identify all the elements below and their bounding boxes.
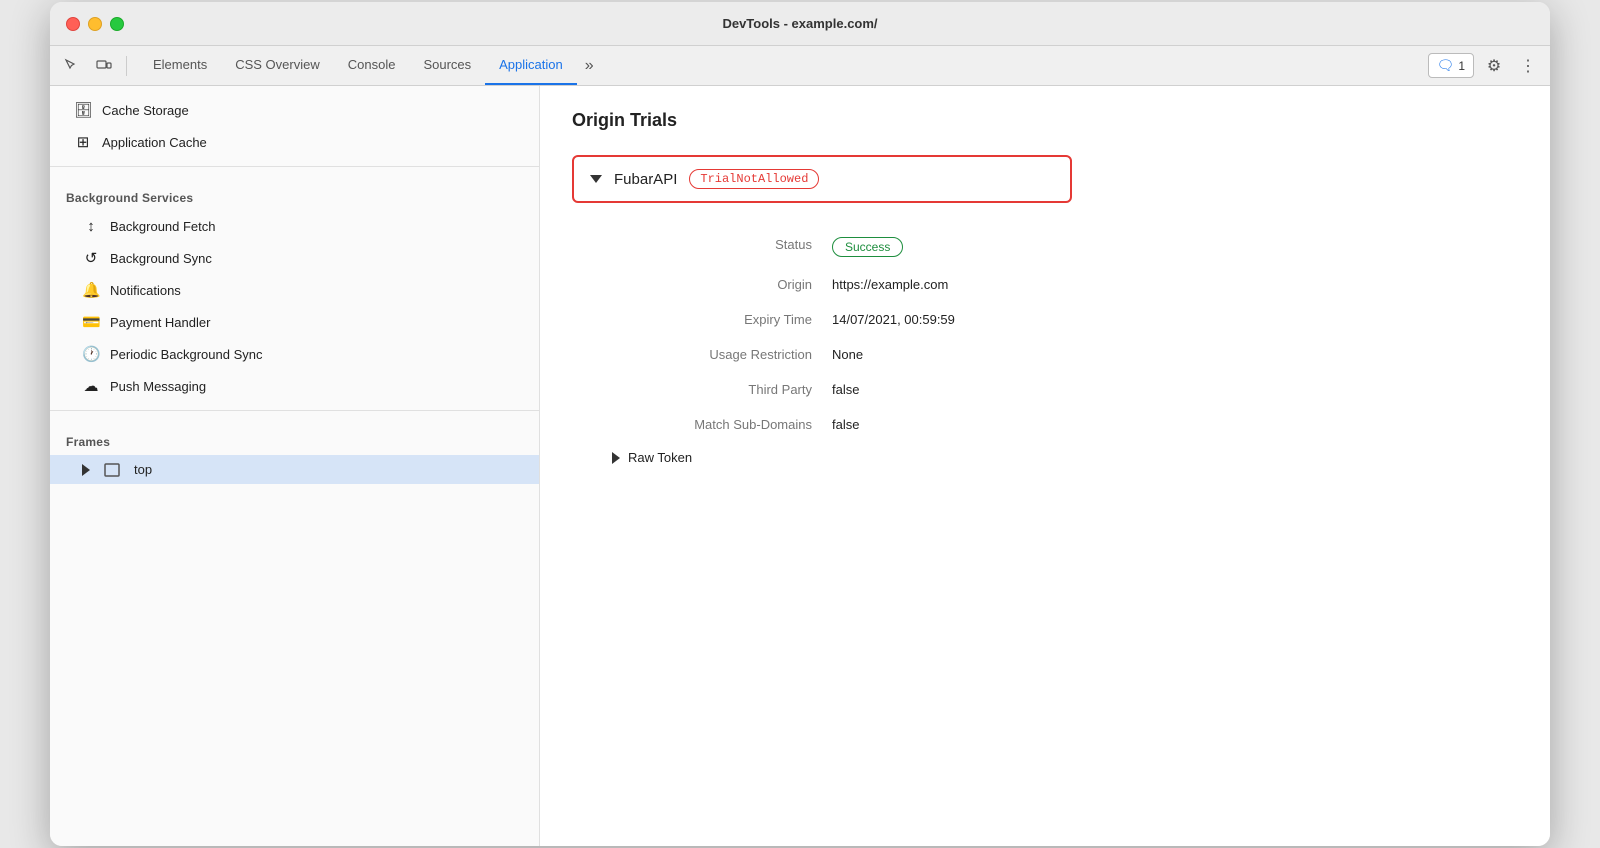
sidebar-item-push-messaging[interactable]: ☁ Push Messaging xyxy=(50,370,539,402)
sidebar-item-label: Application Cache xyxy=(102,135,207,150)
background-fetch-icon: ↕ xyxy=(82,218,100,235)
tab-application[interactable]: Application xyxy=(485,46,577,85)
tab-sources[interactable]: Sources xyxy=(409,46,485,85)
tab-css-overview[interactable]: CSS Overview xyxy=(221,46,334,85)
usage-value: None xyxy=(832,337,1518,372)
device-toggle-icon[interactable] xyxy=(90,52,118,80)
periodic-sync-icon: 🕐 xyxy=(82,345,100,363)
background-services-label: Background Services xyxy=(50,175,539,211)
more-tabs-button[interactable]: » xyxy=(577,46,602,85)
sidebar-item-background-fetch[interactable]: ↕ Background Fetch xyxy=(50,211,539,242)
status-label: Status xyxy=(612,227,832,267)
origin-label: Origin xyxy=(612,267,832,302)
match-value: false xyxy=(832,407,1518,442)
notifications-icon: 🔔 xyxy=(82,281,100,299)
maximize-button[interactable] xyxy=(110,17,124,31)
third-party-label: Third Party xyxy=(612,372,832,407)
api-name: FubarAPI xyxy=(614,171,677,188)
inspect-icon[interactable] xyxy=(58,52,86,80)
tab-elements[interactable]: Elements xyxy=(139,46,221,85)
toolbar-divider xyxy=(126,56,127,76)
devtools-window: DevTools - example.com/ Elements CSS Ove… xyxy=(50,2,1550,846)
more-menu-button[interactable]: ⋮ xyxy=(1514,52,1542,80)
third-party-value: false xyxy=(832,372,1518,407)
sidebar-item-application-cache[interactable]: ⊞ Application Cache xyxy=(50,126,539,158)
sidebar-item-notifications[interactable]: 🔔 Notifications xyxy=(50,274,539,306)
toolbar-icons xyxy=(58,52,131,80)
expiry-value: 14/07/2021, 00:59:59 xyxy=(832,302,1518,337)
window-title: DevTools - example.com/ xyxy=(722,16,877,31)
cache-storage-icon: 🗄 xyxy=(74,101,92,119)
frame-label: top xyxy=(134,462,152,477)
sidebar-item-label: Background Sync xyxy=(110,251,212,266)
status-value: Success xyxy=(832,227,1518,267)
messages-badge-button[interactable]: 🗨 1 xyxy=(1428,53,1474,78)
fubar-api-row[interactable]: FubarAPI TrialNotAllowed xyxy=(572,155,1072,203)
panel-title: Origin Trials xyxy=(572,110,1518,131)
sidebar-item-label: Push Messaging xyxy=(110,379,206,394)
origin-value: https://example.com xyxy=(832,267,1518,302)
sidebar-item-periodic-background-sync[interactable]: 🕐 Periodic Background Sync xyxy=(50,338,539,370)
collapse-icon xyxy=(590,175,602,183)
sidebar-item-label: Cache Storage xyxy=(102,103,189,118)
raw-token-label: Raw Token xyxy=(628,450,692,465)
expiry-label: Expiry Time xyxy=(612,302,832,337)
tabs: Elements CSS Overview Console Sources Ap… xyxy=(139,46,1428,85)
tab-console[interactable]: Console xyxy=(334,46,410,85)
payment-handler-icon: 💳 xyxy=(82,313,100,331)
titlebar: DevTools - example.com/ xyxy=(50,2,1550,46)
frames-section-label: Frames xyxy=(50,419,539,455)
sidebar-item-payment-handler[interactable]: 💳 Payment Handler xyxy=(50,306,539,338)
sidebar-divider-2 xyxy=(50,410,539,411)
minimize-button[interactable] xyxy=(88,17,102,31)
sidebar: 🗄 Cache Storage ⊞ Application Cache Back… xyxy=(50,86,540,846)
sidebar-item-top-frame[interactable]: top xyxy=(50,455,539,484)
expand-icon xyxy=(82,464,90,476)
sidebar-divider-1 xyxy=(50,166,539,167)
usage-label: Usage Restriction xyxy=(612,337,832,372)
close-button[interactable] xyxy=(66,17,80,31)
badge-count: 1 xyxy=(1458,59,1465,73)
success-badge: Success xyxy=(832,237,903,257)
sidebar-item-label: Periodic Background Sync xyxy=(110,347,262,362)
traffic-lights xyxy=(66,17,124,31)
trial-not-allowed-badge: TrialNotAllowed xyxy=(689,169,819,189)
background-sync-icon: ↺ xyxy=(82,249,100,267)
details-table: Status Success Origin https://example.co… xyxy=(572,227,1518,442)
sidebar-item-label: Payment Handler xyxy=(110,315,210,330)
sidebar-item-label: Notifications xyxy=(110,283,181,298)
tabbar-right: 🗨 1 ⚙ ⋮ xyxy=(1428,52,1542,80)
application-cache-icon: ⊞ xyxy=(74,133,92,151)
settings-button[interactable]: ⚙ xyxy=(1480,52,1508,80)
sidebar-item-cache-storage[interactable]: 🗄 Cache Storage xyxy=(50,94,539,126)
message-icon: 🗨 xyxy=(1437,57,1455,74)
raw-token-row[interactable]: Raw Token xyxy=(572,450,1518,465)
match-label: Match Sub-Domains xyxy=(612,407,832,442)
sidebar-item-label: Background Fetch xyxy=(110,219,216,234)
frame-icon xyxy=(104,463,120,477)
main-content: 🗄 Cache Storage ⊞ Application Cache Back… xyxy=(50,86,1550,846)
raw-token-expand-icon xyxy=(612,452,620,464)
sidebar-item-background-sync[interactable]: ↺ Background Sync xyxy=(50,242,539,274)
push-messaging-icon: ☁ xyxy=(82,377,100,395)
tabbar: Elements CSS Overview Console Sources Ap… xyxy=(50,46,1550,86)
panel: Origin Trials FubarAPI TrialNotAllowed S… xyxy=(540,86,1550,846)
